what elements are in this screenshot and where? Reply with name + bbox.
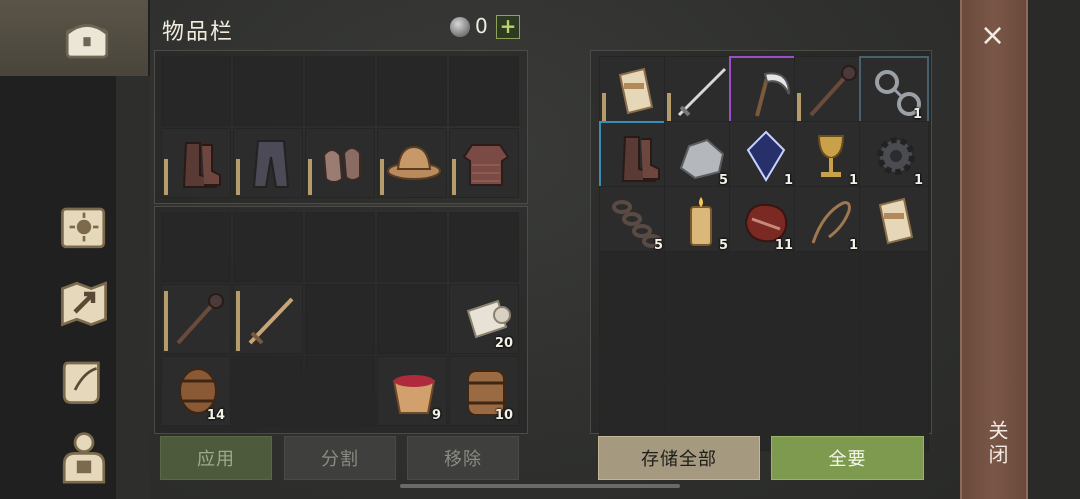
durability-bar	[797, 93, 801, 123]
storage-slot[interactable]	[794, 251, 864, 321]
durability-bar	[602, 93, 606, 123]
inventory-slot[interactable]	[449, 212, 519, 282]
storage-slot[interactable]: 1	[859, 121, 929, 191]
storage-slot[interactable]	[599, 251, 669, 321]
storage-slot[interactable]	[859, 186, 929, 256]
inventory-slot[interactable]	[233, 356, 303, 426]
remove-button[interactable]: 移除	[407, 436, 519, 480]
storage-slot[interactable]: 5	[664, 186, 734, 256]
storage-slot[interactable]	[859, 316, 929, 386]
item-count: 10	[494, 408, 513, 423]
durability-bar	[380, 159, 384, 195]
quest-scroll-icon[interactable]	[55, 352, 113, 410]
character-icon[interactable]	[55, 428, 113, 486]
storage-slot[interactable]	[664, 251, 734, 321]
boots-slot[interactable]	[161, 128, 231, 198]
sun-book-icon[interactable]	[55, 198, 113, 256]
equipment-slot-empty[interactable]	[377, 56, 447, 126]
storage-slot[interactable]: 1	[794, 121, 864, 191]
add-currency-button[interactable]: +	[496, 15, 520, 39]
inventory-slot[interactable]: 14	[161, 356, 231, 426]
durability-bar	[236, 159, 240, 195]
durability-bar	[236, 291, 240, 351]
item-count: 20	[494, 336, 513, 351]
equipment-slot-empty[interactable]	[305, 56, 375, 126]
right-edge-background	[1028, 0, 1080, 499]
storage-slot[interactable]	[794, 56, 864, 126]
storage-slot[interactable]: 5	[664, 121, 734, 191]
inventory-slot[interactable]	[377, 284, 447, 354]
storage-slot[interactable]: 11	[729, 186, 799, 256]
storage-slot[interactable]	[729, 251, 799, 321]
storage-slot[interactable]	[729, 56, 799, 126]
storage-slot[interactable]: 1	[859, 56, 929, 126]
pants-slot[interactable]	[233, 128, 303, 198]
inventory-slot[interactable]: 20	[449, 284, 519, 354]
helmet-slot[interactable]	[377, 128, 447, 198]
durability-bar	[452, 159, 456, 195]
silver-coin-icon	[450, 17, 470, 37]
storage-slot[interactable]	[599, 56, 669, 126]
inventory-slot[interactable]	[233, 284, 303, 354]
storage-slot[interactable]	[664, 56, 734, 126]
apply-button[interactable]: 应用	[160, 436, 272, 480]
store-all-button[interactable]: 存储全部	[598, 436, 760, 480]
close-label[interactable]: 关闭	[983, 420, 1012, 468]
inventory-slot[interactable]	[305, 212, 375, 282]
storage-slot[interactable]: 1	[794, 186, 864, 256]
storage-slot[interactable]	[794, 316, 864, 386]
storage-slot[interactable]: 1	[729, 121, 799, 191]
inventory-slot[interactable]	[161, 212, 231, 282]
split-button[interactable]: 分割	[284, 436, 396, 480]
chest-icon[interactable]	[58, 10, 116, 68]
equipment-slot-empty[interactable]	[233, 56, 303, 126]
storage-slot[interactable]: 5	[599, 186, 669, 256]
durability-bar	[164, 291, 168, 351]
nav-strip	[116, 76, 150, 499]
gloves-slot[interactable]	[305, 128, 375, 198]
inventory-slot[interactable]	[377, 212, 447, 282]
inventory-slot[interactable]: 9	[377, 356, 447, 426]
durability-bar	[667, 93, 671, 123]
storage-slot[interactable]	[729, 316, 799, 386]
storage-slot[interactable]	[664, 316, 734, 386]
durability-bar	[164, 159, 168, 195]
chainmail-slot[interactable]	[449, 128, 519, 198]
storage-slot[interactable]	[599, 316, 669, 386]
take-all-button[interactable]: 全要	[771, 436, 924, 480]
currency-count: 0	[475, 14, 488, 38]
equipment-slot-empty[interactable]	[161, 56, 231, 126]
inventory-slot[interactable]	[305, 284, 375, 354]
inventory-slot[interactable]	[161, 284, 231, 354]
item-count: 14	[206, 408, 225, 423]
storage-slot[interactable]	[859, 251, 929, 321]
storage-slot[interactable]	[599, 121, 669, 191]
inventory-slot[interactable]	[305, 356, 375, 426]
inventory-slot[interactable]	[233, 212, 303, 282]
inventory-slot[interactable]: 10	[449, 356, 519, 426]
inventory-title: 物品栏	[162, 20, 235, 45]
item-count: 1	[912, 107, 922, 122]
map-icon[interactable]	[55, 274, 113, 332]
durability-bar	[308, 159, 312, 195]
item-count: 9	[431, 408, 441, 423]
scroll-indicator[interactable]	[400, 484, 680, 488]
close-icon[interactable]: ×	[980, 18, 1005, 53]
equipment-slot-empty[interactable]	[449, 56, 519, 126]
